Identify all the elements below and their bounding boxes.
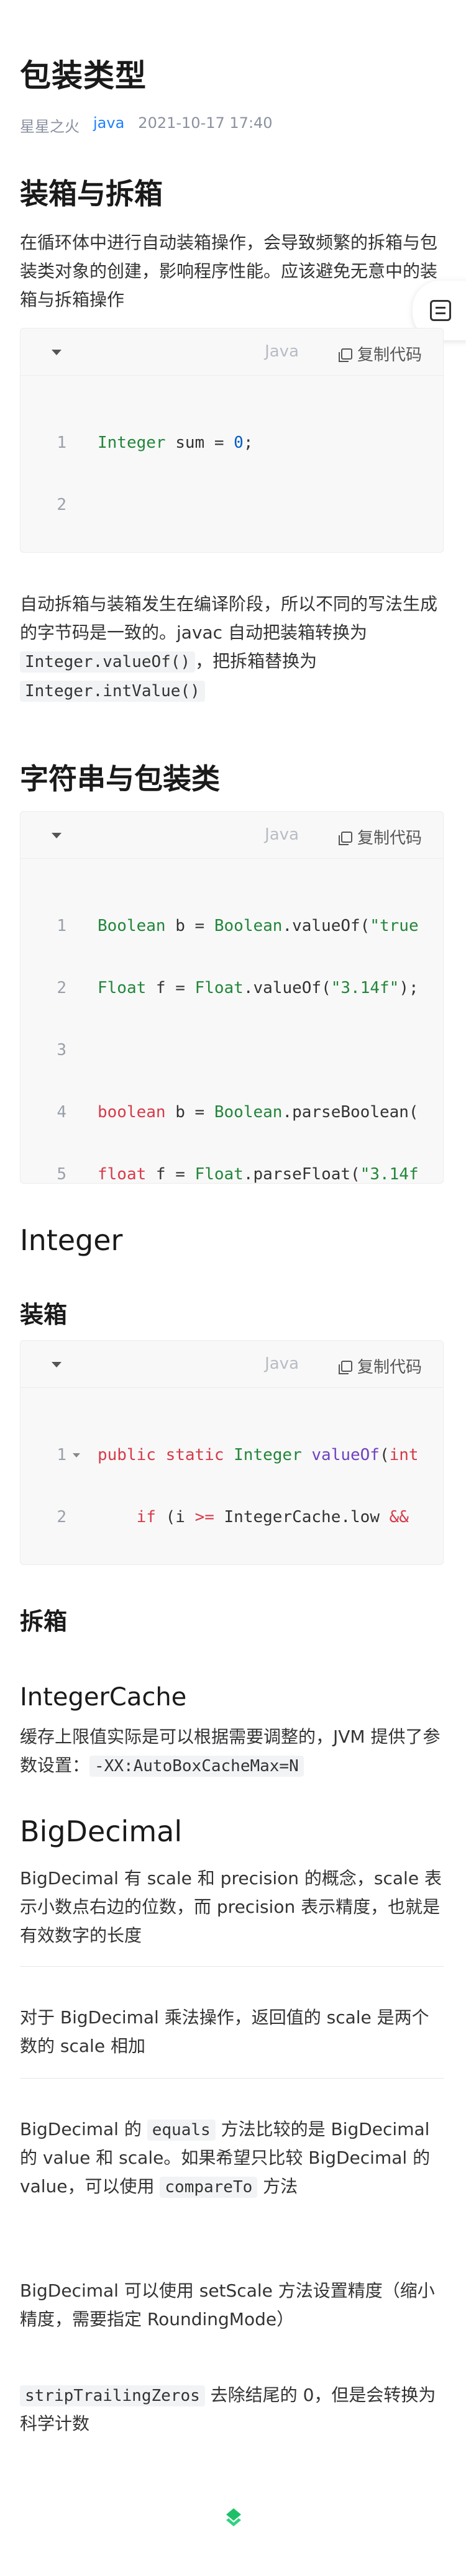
- bigdecimal-paragraph-4: BigDecimal 可以使用 setScale 方法设置精度（缩小精度，需要指…: [20, 2280, 435, 2330]
- section-heading-integer: Integer: [20, 1223, 123, 1257]
- cache-paragraph: 缓存上限值实际是可以根据需要调整的，JVM 提供了参数设置： -XX:AutoBo…: [20, 1726, 441, 1777]
- copy-icon: [338, 348, 352, 362]
- author-name[interactable]: 星星之火: [20, 114, 80, 136]
- inline-code-valueof: Integer.valueOf(): [20, 651, 196, 673]
- inline-code-intvalue: Integer.intValue(): [20, 680, 205, 702]
- chevron-down-icon[interactable]: [52, 350, 62, 355]
- divider: [20, 2078, 444, 2079]
- section-heading-string: 字符串与包装类: [20, 762, 220, 796]
- copy-code-button[interactable]: 复制代码: [338, 342, 422, 365]
- page-title: 包装类型: [20, 58, 147, 94]
- copy-label: 复制代码: [357, 1358, 422, 1377]
- bigdecimal-paragraph-2: 对于 BigDecimal 乘法操作，返回值的 scale 是两个数的 scal…: [20, 2007, 429, 2057]
- subheading-boxing: 装箱: [20, 1301, 68, 1328]
- code-language: Java: [265, 1354, 299, 1373]
- copy-code-button[interactable]: 复制代码: [338, 825, 422, 848]
- subheading-unboxing: 拆箱: [20, 1608, 68, 1635]
- code-block-3: Java 复制代码 1 public static Integer valueOf…: [20, 1340, 444, 1565]
- section-heading-boxing: 装箱与拆箱: [20, 177, 163, 211]
- section-heading-bigdecimal: BigDecimal: [20, 1815, 183, 1848]
- inline-code-compareto: compareTo: [160, 2177, 258, 2198]
- code-header: Java 复制代码: [21, 329, 443, 376]
- code-body: 1 Boolean b = Boolean.valueOf("true 2 Floa…: [57, 917, 419, 1184]
- bigdecimal-paragraph-3: BigDecimal 的 equals 方法比较的是 BigDecimal 的 …: [20, 2119, 431, 2198]
- code-body: 1Integer sum = 0; 2 3for (int i = 0; i <…: [21, 376, 443, 552]
- bigdecimal-paragraph-5: stripTrailingZeros 去除结尾的 0，但是会转换为科学计数: [20, 2385, 436, 2434]
- article-meta: 星星之火 java 2021-10-17 17:40: [20, 114, 273, 136]
- juejin-logo-icon: [226, 2508, 241, 2526]
- copy-code-button[interactable]: 复制代码: [338, 1354, 422, 1377]
- code-body: 1 public static Integer valueOf(int 2 if …: [57, 1446, 419, 1526]
- code-block-1: Java 复制代码 1Integer sum = 0; 2 3for (int …: [20, 328, 444, 553]
- subheading-integercache: IntegerCache: [20, 1683, 187, 1712]
- copy-label: 复制代码: [357, 346, 422, 365]
- code-block-2: Java 复制代码 1 Boolean b = Boolean.valueOf("…: [20, 811, 444, 1184]
- inline-code-striptrailingzeros: stripTrailingZeros: [20, 2385, 205, 2406]
- code-language: Java: [265, 342, 299, 361]
- bigdecimal-paragraph-1: BigDecimal 有 scale 和 precision 的概念，scale…: [20, 1868, 442, 1946]
- inline-code-autoboxcachemax: -XX:AutoBoxCacheMax=N: [89, 1756, 304, 1777]
- code-header: Java 复制代码: [21, 1341, 443, 1388]
- chevron-down-icon[interactable]: [52, 833, 62, 838]
- inline-code-equals: equals: [147, 2120, 216, 2141]
- chevron-down-icon[interactable]: [52, 1362, 62, 1367]
- copy-icon: [338, 1360, 352, 1374]
- tag-link[interactable]: java: [93, 114, 124, 136]
- copy-label: 复制代码: [357, 829, 422, 848]
- divider: [20, 1966, 444, 1967]
- publish-date: 2021-10-17 17:40: [138, 114, 273, 132]
- code-language: Java: [265, 825, 299, 844]
- boxing-compile-paragraph: 自动拆箱与装箱发生在编译阶段，所以不同的写法生成的字节码是一致的。javac 自…: [20, 594, 438, 702]
- copy-icon: [338, 831, 352, 845]
- code-header: Java 复制代码: [21, 812, 443, 859]
- boxing-paragraph: 在循环体中进行自动装箱操作，会导致频繁的拆箱与包装类对象的创建，影响程序性能。应…: [20, 232, 438, 311]
